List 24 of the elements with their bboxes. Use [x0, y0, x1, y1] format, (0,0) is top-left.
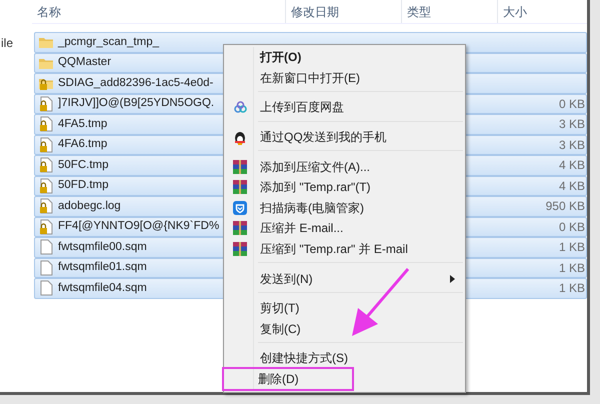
size-text: 3 KB	[558, 117, 585, 132]
file-name: fwtsqmfile00.sqm	[58, 240, 147, 255]
size-text: 1 KB	[558, 240, 585, 254]
size-text: 1 KB	[558, 260, 585, 275]
size-text: 0 KB	[558, 96, 585, 111]
file-name: _pcmgr_scan_tmp_	[58, 34, 159, 50]
pane-label: ile	[1, 35, 14, 52]
file-name: 50FC.tmp	[58, 158, 108, 173]
size-text: 1 KB	[558, 281, 585, 296]
size-text: 3 KB	[558, 138, 585, 152]
size-text: 4 KB	[558, 158, 585, 172]
file-name: adobegc.log	[58, 198, 121, 214]
file-name: fwtsqmfile04.sqm	[58, 280, 147, 296]
file-name: QQMaster	[58, 55, 112, 70]
size-text: 4 KB	[558, 178, 585, 193]
file-name: 4FA6.tmp	[58, 137, 108, 152]
file-name: ]7IRJV]]O@(B9[25YDN5OGQ.	[58, 96, 214, 112]
file-name: 4FA5.tmp	[58, 116, 108, 132]
file-name: FF4[@YNNTO9[O@{NK9`FD%	[58, 219, 220, 234]
file-name: fwtsqmfile01.sqm	[58, 260, 147, 276]
size-text: 950 KB	[546, 199, 585, 214]
file-name: SDIAG_add82396-1ac5-4e0d-	[58, 76, 214, 91]
size-text: 0 KB	[558, 220, 585, 234]
file-name: 50FD.tmp	[58, 178, 108, 194]
